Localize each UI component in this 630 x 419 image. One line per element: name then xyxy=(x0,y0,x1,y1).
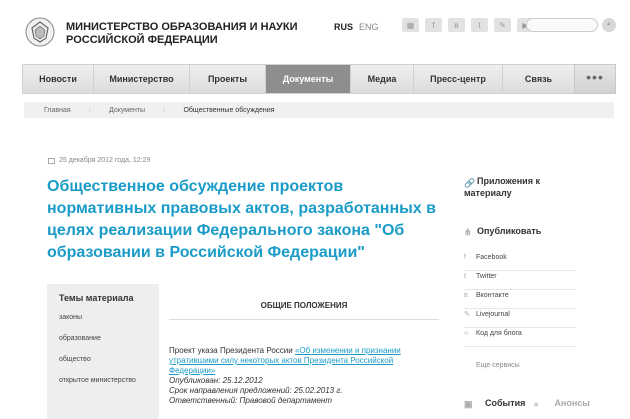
nav-item-news[interactable]: Новости xyxy=(23,65,94,93)
share-twitter-label: Twitter xyxy=(476,273,497,280)
article-content: ОБЩИЕ ПОЛОЖЕНИЯ Проект указа Президента … xyxy=(169,296,439,406)
article-title: Общественное обсуждение проектов нормати… xyxy=(47,178,436,261)
search-input[interactable] xyxy=(526,18,598,32)
share-services-list: f Facebook t Twitter в Вконтакте ✎ Livejourn… xyxy=(464,252,576,347)
vkontakte-icon[interactable]: в xyxy=(448,18,465,32)
breadcrumb-separator: › xyxy=(88,106,91,114)
topics-list: законы образование общество открытое мин… xyxy=(47,313,159,385)
nav-item-media[interactable]: Медиа xyxy=(351,65,414,93)
article-date: 25 декабря 2012 года, 12:29 xyxy=(48,157,150,164)
twitter-icon[interactable]: t xyxy=(471,18,488,32)
facebook-icon: f xyxy=(464,254,466,261)
breadcrumb-current: Общественные обсуждения xyxy=(183,106,275,114)
share-vkontakte-label: Вконтакте xyxy=(476,292,509,299)
events-icon: ▣ xyxy=(464,398,473,409)
site-header: МИНИСТЕРСТВО ОБРАЗОВАНИЯ И НАУКИ РОССИЙС… xyxy=(0,0,630,62)
tab-announcements[interactable]: Анонсы xyxy=(554,398,590,408)
responsible-department: Ответственный: Правовой департамент xyxy=(169,396,332,405)
vkontakte-icon: в xyxy=(464,292,468,299)
emblem-logo[interactable] xyxy=(24,16,56,48)
share-twitter[interactable]: t Twitter xyxy=(464,271,576,290)
main-nav: Новости Министерство Проекты Документы М… xyxy=(22,64,616,94)
publish-heading: ⋔ Опубликовать xyxy=(464,226,542,238)
share-icon: ⋔ xyxy=(464,227,472,238)
decree-paragraph: Проект указа Президента России «Об измен… xyxy=(169,346,439,376)
more-services-link[interactable]: Еще сервисы xyxy=(476,362,520,369)
share-livejournal[interactable]: ✎ Livejournal xyxy=(464,309,576,328)
calendar-icon xyxy=(48,157,55,164)
announcements-icon: ● xyxy=(533,398,539,409)
attachments-link[interactable]: 🔗 Приложения к материалу xyxy=(464,175,574,199)
sidebar-tabs: ▣ События ● Анонсы xyxy=(464,398,590,409)
org-name-line2: РОССИЙСКОЙ ФЕДЕРАЦИИ xyxy=(66,34,218,46)
attachments-label: Приложения к материалу xyxy=(464,176,540,198)
topics-heading: Темы материала xyxy=(59,293,134,303)
share-blog-code-label: Код для блога xyxy=(476,330,522,337)
social-links: ▦ f в t ✎ ▶ xyxy=(402,18,534,32)
breadcrumb-separator: › xyxy=(163,106,166,114)
nav-item-contact[interactable]: Связь xyxy=(503,65,575,93)
deadline-date: Срок направления предложений: 25.02.2013… xyxy=(169,386,343,395)
nav-item-press-center[interactable]: Пресс-центр xyxy=(414,65,503,93)
nav-item-ministry[interactable]: Министерство xyxy=(94,65,190,93)
topics-panel: Темы материала законы образование общест… xyxy=(47,284,159,419)
article-date-text: 25 декабря 2012 года, 12:29 xyxy=(59,157,151,164)
facebook-icon[interactable]: f xyxy=(425,18,442,32)
lang-rus-link[interactable]: RUS xyxy=(334,22,353,32)
topic-item-open-ministry[interactable]: открытое министерство xyxy=(59,376,159,385)
org-name[interactable]: МИНИСТЕРСТВО ОБРАЗОВАНИЯ И НАУКИ РОССИЙС… xyxy=(66,21,298,47)
share-facebook-label: Facebook xyxy=(476,254,507,261)
code-icon: ‹› xyxy=(464,330,469,337)
breadcrumb: Главная › Документы › Общественные обсуж… xyxy=(24,102,614,118)
breadcrumb-documents[interactable]: Документы xyxy=(109,107,145,114)
share-facebook[interactable]: f Facebook xyxy=(464,252,576,271)
link-icon: 🔗 xyxy=(464,178,476,189)
search-icon[interactable]: ⌕ xyxy=(602,18,616,32)
share-vkontakte[interactable]: в Вконтакте xyxy=(464,290,576,309)
tab-events[interactable]: События xyxy=(485,398,525,408)
livejournal-icon: ✎ xyxy=(464,311,470,318)
lang-eng-link[interactable]: ENG xyxy=(359,22,379,32)
org-name-line1: МИНИСТЕРСТВО ОБРАЗОВАНИЯ И НАУКИ xyxy=(66,21,298,33)
topic-item-education[interactable]: образование xyxy=(59,334,159,343)
livejournal-icon[interactable]: ✎ xyxy=(494,18,511,32)
published-date: Опубликован: 25.12.2012 xyxy=(169,376,263,385)
nav-item-documents[interactable]: Документы xyxy=(266,65,351,93)
nav-item-projects[interactable]: Проекты xyxy=(190,65,266,93)
nav-more-button[interactable]: ••• xyxy=(574,64,616,94)
decree-prefix: Проект указа Президента России xyxy=(169,346,295,355)
publish-label: Опубликовать xyxy=(477,226,542,236)
twitter-icon: t xyxy=(464,273,466,280)
rss-icon[interactable]: ▦ xyxy=(402,18,419,32)
share-livejournal-label: Livejournal xyxy=(476,311,510,318)
topic-item-society[interactable]: общество xyxy=(59,355,159,364)
breadcrumb-home[interactable]: Главная xyxy=(44,107,71,114)
share-blog-code[interactable]: ‹› Код для блога xyxy=(464,328,576,347)
topic-item-laws[interactable]: законы xyxy=(59,313,159,322)
section-title: ОБЩИЕ ПОЛОЖЕНИЯ xyxy=(169,296,439,320)
